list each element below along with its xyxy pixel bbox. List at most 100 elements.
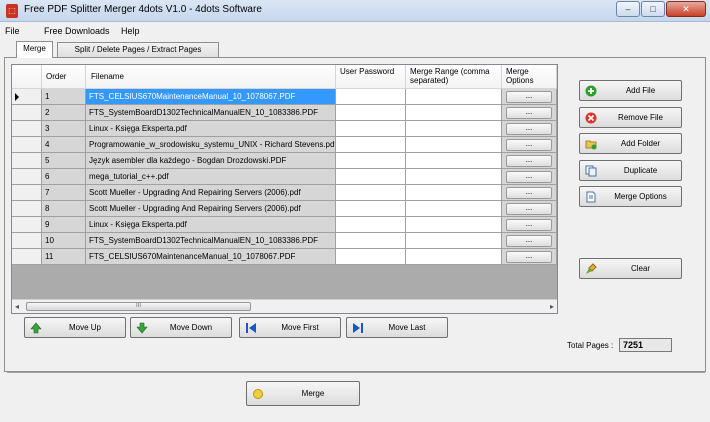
merge-options-row-button[interactable]: ... (506, 203, 552, 215)
row-header[interactable] (12, 201, 42, 217)
merge-options-row-button[interactable]: ... (506, 235, 552, 247)
file-grid[interactable]: Order Filename User Password Merge Range… (11, 64, 558, 314)
tab-merge[interactable]: Merge (16, 41, 53, 58)
filename-cell[interactable]: FTS_CELSIUS670MaintenanceManual_10_10780… (86, 89, 336, 105)
user-password-cell[interactable] (336, 217, 406, 233)
table-row[interactable]: 10 FTS_SystemBoardD1302TechnicalManualEN_… (12, 233, 557, 249)
user-password-cell[interactable] (336, 249, 406, 265)
merge-options-row-button[interactable]: ... (506, 107, 552, 119)
scroll-right-icon[interactable]: ▸ (550, 302, 554, 311)
order-cell[interactable]: 10 (42, 233, 86, 249)
merge-range-cell[interactable] (406, 169, 502, 185)
column-header-merge-range[interactable]: Merge Range (comma separated) (406, 65, 502, 89)
user-password-cell[interactable] (336, 201, 406, 217)
row-header[interactable] (12, 137, 42, 153)
filename-cell[interactable]: mega_tutorial_c++.pdf (86, 169, 336, 185)
table-row[interactable]: 5 Język asembler dla każdego - Bogdan Dro… (12, 153, 557, 169)
merge-options-row-button[interactable]: ... (506, 155, 552, 167)
filename-cell[interactable]: FTS_CELSIUS670MaintenanceManual_10_10780… (86, 249, 336, 265)
column-header-merge-options[interactable]: Merge Options (502, 65, 557, 89)
move-last-button[interactable]: Move Last (346, 317, 448, 338)
remove-file-button[interactable]: Remove File (579, 107, 682, 128)
row-header[interactable] (12, 169, 42, 185)
user-password-cell[interactable] (336, 121, 406, 137)
column-header-user-password[interactable]: User Password (336, 65, 406, 89)
filename-cell[interactable]: Programowanie_w_srodowisku_systemu_UNIX … (86, 137, 336, 153)
merge-range-cell[interactable] (406, 249, 502, 265)
add-folder-button[interactable]: Add Folder (579, 133, 682, 154)
table-row[interactable]: 8 Scott Mueller - Upgrading And Repairing… (12, 201, 557, 217)
user-password-cell[interactable] (336, 233, 406, 249)
row-header[interactable] (12, 89, 42, 105)
menu-file[interactable]: File (5, 26, 20, 36)
order-cell[interactable]: 7 (42, 185, 86, 201)
move-first-button[interactable]: Move First (239, 317, 341, 338)
horizontal-scrollbar[interactable]: ◂ III ▸ (12, 299, 557, 313)
menu-free-downloads[interactable]: Free Downloads (44, 26, 110, 36)
order-cell[interactable]: 6 (42, 169, 86, 185)
scroll-left-icon[interactable]: ◂ (15, 302, 19, 311)
order-cell[interactable]: 4 (42, 137, 86, 153)
user-password-cell[interactable] (336, 153, 406, 169)
merge-options-row-button[interactable]: ... (506, 251, 552, 263)
table-row[interactable]: 4 Programowanie_w_srodowisku_systemu_UNIX… (12, 137, 557, 153)
clear-button[interactable]: Clear (579, 258, 682, 279)
filename-cell[interactable]: Linux - Księga Eksperta.pdf (86, 121, 336, 137)
row-header[interactable] (12, 249, 42, 265)
filename-cell[interactable]: FTS_SystemBoardD1302TechnicalManualEN_10… (86, 233, 336, 249)
move-up-button[interactable]: Move Up (24, 317, 126, 338)
order-cell[interactable]: 9 (42, 217, 86, 233)
merge-options-row-button[interactable]: ... (506, 219, 552, 231)
menu-help[interactable]: Help (121, 26, 140, 36)
column-header-order[interactable]: Order (42, 65, 86, 89)
filename-cell[interactable]: Linux - Księga Eksperta.pdf (86, 217, 336, 233)
table-row[interactable]: 6 mega_tutorial_c++.pdf... (12, 169, 557, 185)
merge-range-cell[interactable] (406, 153, 502, 169)
table-row[interactable]: 9 Linux - Księga Eksperta.pdf... (12, 217, 557, 233)
order-cell[interactable]: 2 (42, 105, 86, 121)
row-header[interactable] (12, 185, 42, 201)
table-row[interactable]: 1 FTS_CELSIUS670MaintenanceManual_10_1078… (12, 89, 557, 105)
user-password-cell[interactable] (336, 137, 406, 153)
order-cell[interactable]: 1 (42, 89, 86, 105)
minimize-button[interactable]: – (616, 1, 640, 17)
user-password-cell[interactable] (336, 89, 406, 105)
row-header[interactable] (12, 121, 42, 137)
move-down-button[interactable]: Move Down (130, 317, 232, 338)
row-header[interactable] (12, 217, 42, 233)
maximize-button[interactable]: □ (641, 1, 665, 17)
add-file-button[interactable]: Add File (579, 80, 682, 101)
close-button[interactable]: ✕ (666, 1, 706, 17)
column-header-filename[interactable]: Filename (86, 65, 336, 89)
merge-options-button[interactable]: Merge Options (579, 186, 682, 207)
order-cell[interactable]: 8 (42, 201, 86, 217)
merge-options-row-button[interactable]: ... (506, 187, 552, 199)
user-password-cell[interactable] (336, 185, 406, 201)
merge-range-cell[interactable] (406, 201, 502, 217)
filename-cell[interactable]: Scott Mueller - Upgrading And Repairing … (86, 185, 336, 201)
table-row[interactable]: 2 FTS_SystemBoardD1302TechnicalManualEN_1… (12, 105, 557, 121)
scroll-thumb[interactable]: III (26, 302, 251, 311)
row-header[interactable] (12, 233, 42, 249)
table-row[interactable]: 11 FTS_CELSIUS670MaintenanceManual_10_107… (12, 249, 557, 265)
merge-range-cell[interactable] (406, 217, 502, 233)
merge-options-row-button[interactable]: ... (506, 171, 552, 183)
order-cell[interactable]: 5 (42, 153, 86, 169)
merge-options-row-button[interactable]: ... (506, 123, 552, 135)
user-password-cell[interactable] (336, 169, 406, 185)
merge-button[interactable]: Merge (246, 381, 360, 406)
merge-range-cell[interactable] (406, 89, 502, 105)
merge-options-row-button[interactable]: ... (506, 91, 552, 103)
merge-options-row-button[interactable]: ... (506, 139, 552, 151)
merge-range-cell[interactable] (406, 185, 502, 201)
merge-range-cell[interactable] (406, 233, 502, 249)
order-cell[interactable]: 11 (42, 249, 86, 265)
filename-cell[interactable]: Scott Mueller - Upgrading And Repairing … (86, 201, 336, 217)
row-header[interactable] (12, 153, 42, 169)
row-header[interactable] (12, 105, 42, 121)
user-password-cell[interactable] (336, 105, 406, 121)
order-cell[interactable]: 3 (42, 121, 86, 137)
table-row[interactable]: 3 Linux - Księga Eksperta.pdf... (12, 121, 557, 137)
merge-range-cell[interactable] (406, 105, 502, 121)
filename-cell[interactable]: FTS_SystemBoardD1302TechnicalManualEN_10… (86, 105, 336, 121)
